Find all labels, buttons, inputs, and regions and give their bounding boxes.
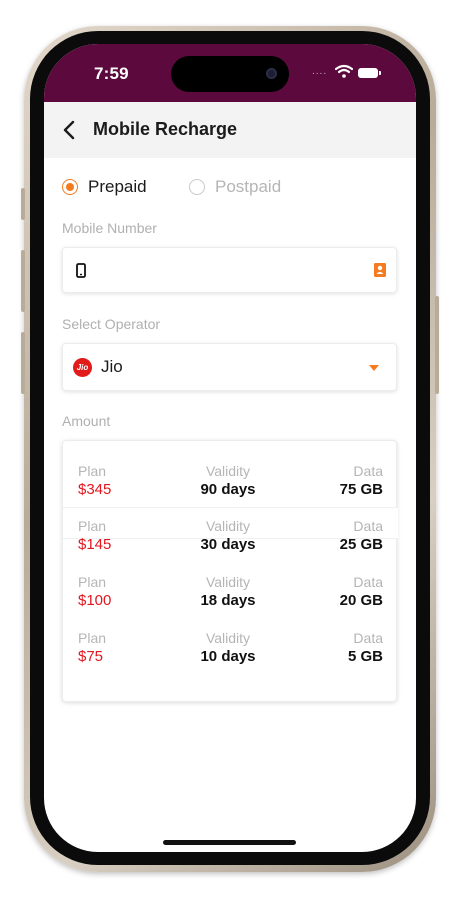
validity-header: Validity xyxy=(205,574,251,590)
radio-postpaid[interactable]: Postpaid xyxy=(189,176,281,198)
app-header: Mobile Recharge xyxy=(44,102,416,158)
operator-value: Jio xyxy=(101,357,123,376)
select-operator-label: Select Operator xyxy=(62,316,161,332)
radio-prepaid-label: Prepaid xyxy=(88,177,147,196)
status-bar: 7:59 .... xyxy=(44,44,416,102)
status-time: 7:59 xyxy=(94,64,129,83)
radio-prepaid[interactable]: Prepaid xyxy=(62,176,147,198)
radio-selected-icon xyxy=(62,179,78,195)
operator-select[interactable]: Jio Jio xyxy=(62,343,397,391)
plan-validity: 18 days xyxy=(200,592,256,609)
home-indicator[interactable] xyxy=(163,840,296,845)
jio-logo-icon: Jio xyxy=(73,358,92,377)
plan-validity: 90 days xyxy=(200,481,256,498)
phone-icon xyxy=(76,263,86,278)
data-header: Data xyxy=(353,574,383,590)
plan-header: Plan xyxy=(78,630,107,646)
plan-validity: 10 days xyxy=(200,648,256,665)
signal-icon: .... xyxy=(312,66,328,77)
action-button xyxy=(21,188,25,220)
dynamic-island xyxy=(171,56,289,92)
data-header: Data xyxy=(353,518,383,534)
amount-label: Amount xyxy=(62,413,111,429)
mobile-number-field[interactable] xyxy=(62,247,397,293)
validity-header: Validity xyxy=(205,463,251,479)
plan-row[interactable]: Plan $345 Validity 90 days Data 75 GB xyxy=(63,462,398,502)
page-title: Mobile Recharge xyxy=(93,119,238,139)
mobile-number-label: Mobile Number xyxy=(62,220,157,236)
plan-price: $145 xyxy=(78,536,112,553)
plan-header: Plan xyxy=(78,518,107,534)
power-button xyxy=(435,296,439,394)
camera-icon xyxy=(266,68,277,79)
radio-postpaid-label: Postpaid xyxy=(215,177,282,196)
plan-data: 25 GB xyxy=(339,536,383,553)
plan-row[interactable]: Plan $75 Validity 10 days Data 5 GB xyxy=(63,629,398,669)
plan-price: $100 xyxy=(78,592,112,609)
data-header: Data xyxy=(353,630,383,646)
plan-data: 20 GB xyxy=(339,592,383,609)
data-header: Data xyxy=(353,463,383,479)
contact-book-icon[interactable] xyxy=(374,263,386,277)
wifi-icon xyxy=(335,64,353,78)
plan-row[interactable]: Plan $100 Validity 18 days Data 20 GB xyxy=(63,573,398,613)
plan-validity: 30 days xyxy=(200,536,256,553)
caret-down-icon xyxy=(369,365,379,371)
volume-up-button xyxy=(21,250,25,312)
radio-unselected-icon xyxy=(189,179,205,195)
volume-down-button xyxy=(21,332,25,394)
plans-dropdown: Plan $345 Validity 90 days Data 75 GB Plan $… xyxy=(62,440,398,702)
plan-header: Plan xyxy=(78,463,107,479)
plan-row[interactable]: Plan $145 Validity 30 days Data 25 GB xyxy=(63,517,398,557)
validity-header: Validity xyxy=(205,630,251,646)
validity-header: Validity xyxy=(205,518,251,534)
plan-price: $75 xyxy=(78,648,104,665)
plan-data: 75 GB xyxy=(339,481,383,498)
screen: 7:59 .... Mobile Recharge Prepaid Postpa… xyxy=(44,44,416,852)
battery-icon xyxy=(358,68,381,78)
plan-price: $345 xyxy=(78,481,112,498)
chevron-left-icon[interactable] xyxy=(62,120,76,140)
plan-header: Plan xyxy=(78,574,107,590)
plan-data: 5 GB xyxy=(347,648,383,665)
